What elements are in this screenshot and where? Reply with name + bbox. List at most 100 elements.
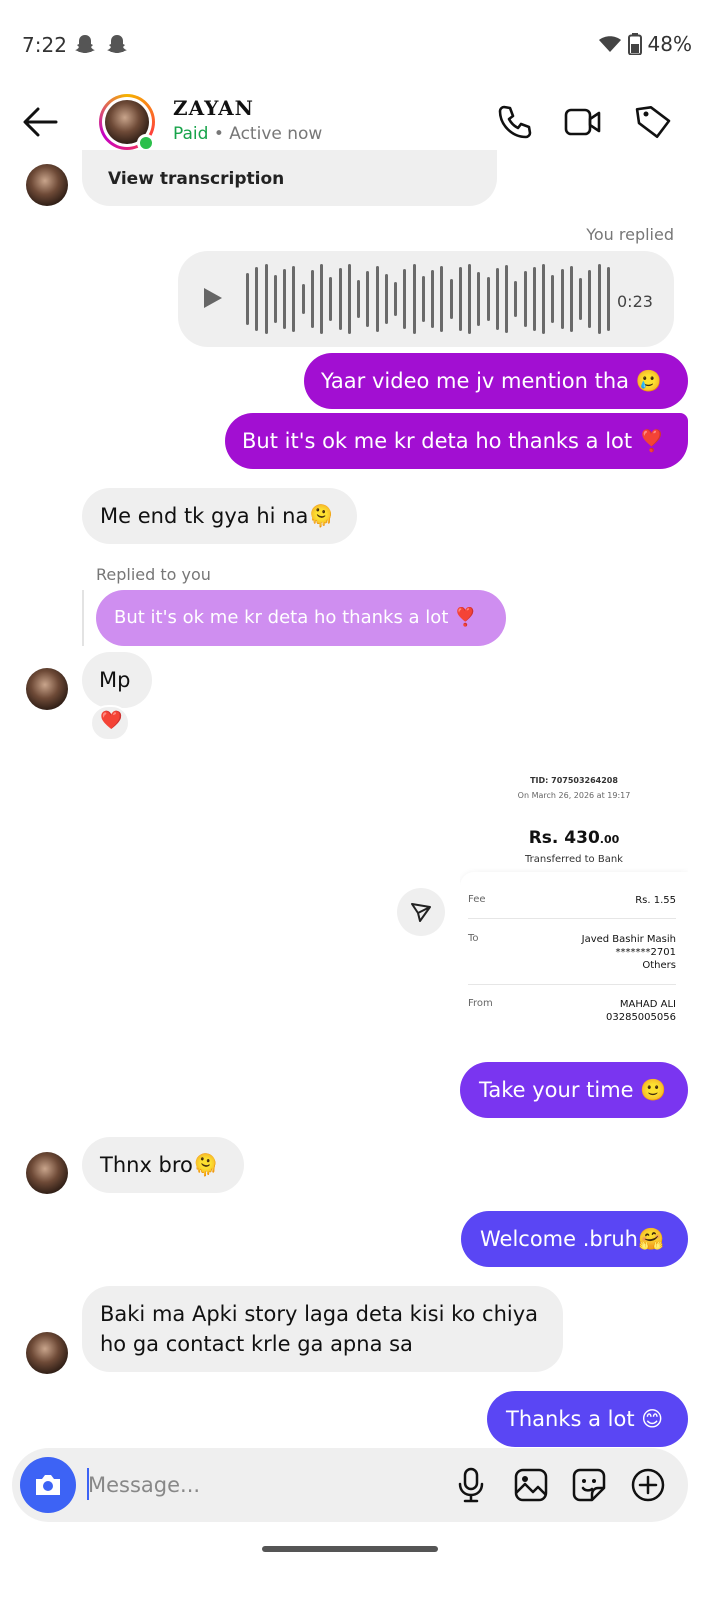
view-transcription-link[interactable]: View transcription xyxy=(108,164,284,194)
waveform-bar xyxy=(514,281,517,317)
receipt-amount: Rs. 430.00 xyxy=(528,828,620,848)
message-text: Baki ma Apki story laga deta kisi ko chi… xyxy=(100,1302,539,1326)
waveform-bar xyxy=(385,274,388,324)
waveform-bar xyxy=(246,273,249,325)
outgoing-message[interactable]: But it's ok me kr deta ho thanks a lot ❣… xyxy=(225,413,688,469)
waveform-bar xyxy=(607,267,610,331)
gesture-home-bar[interactable] xyxy=(262,1546,438,1552)
outgoing-message[interactable]: Yaar video me jv mention tha 🥲 xyxy=(304,353,688,409)
contact-avatar-small[interactable] xyxy=(26,1152,68,1194)
contact-avatar-small[interactable] xyxy=(26,1332,68,1374)
incoming-message[interactable]: Thnx bro🫠 xyxy=(82,1137,244,1193)
message-text: Mp xyxy=(99,668,131,692)
video-camera-icon[interactable] xyxy=(563,102,603,142)
message-text: Take your time 🙂 xyxy=(479,1078,667,1102)
waveform-bar xyxy=(348,264,351,334)
voice-message[interactable]: 0:23 xyxy=(178,251,674,347)
waveform-bar xyxy=(394,282,397,316)
divider xyxy=(468,984,676,985)
arrow-left-icon[interactable] xyxy=(20,102,60,142)
message-text: Yaar video me jv mention tha 🥲 xyxy=(321,369,662,393)
fee-value: Rs. 1.55 xyxy=(635,895,676,906)
quoted-text: But it's ok me kr deta ho thanks a lot ❣… xyxy=(114,607,477,628)
incoming-message[interactable]: Baki ma Apki story laga deta kisi ko chi… xyxy=(82,1286,563,1372)
from-number: 03285005056 xyxy=(606,1012,676,1023)
snapchat-notification-icon xyxy=(107,35,127,53)
waveform-bar xyxy=(551,275,554,323)
from-label: From xyxy=(468,998,493,1009)
receipt-tid: TID: 707503264208 xyxy=(530,776,618,785)
send-icon xyxy=(411,903,431,922)
waveform-bar xyxy=(496,268,499,330)
outgoing-message[interactable]: Take your time 🙂 xyxy=(460,1062,688,1118)
waveform-bar xyxy=(366,271,369,327)
waveform-bar xyxy=(579,278,582,320)
play-icon[interactable] xyxy=(200,286,224,310)
waveform-bar xyxy=(255,267,258,331)
incoming-message[interactable]: Me end tk gya hi na🫠 xyxy=(82,488,357,544)
snapchat-notification-icon xyxy=(75,35,95,53)
fee-label: Fee xyxy=(468,894,486,905)
waveform-bar xyxy=(265,264,268,334)
microphone-icon[interactable] xyxy=(452,1466,490,1504)
contact-avatar-small[interactable] xyxy=(26,164,68,206)
message-text: Welcome .bruh🤗 xyxy=(480,1227,665,1251)
waveform-bar xyxy=(505,265,508,333)
reaction-badge[interactable]: ❤️ xyxy=(90,705,130,741)
payment-receipt-image[interactable]: TID: 707503264208 On March 26, 2026 at 1… xyxy=(460,756,688,1052)
waveform-bar xyxy=(440,266,443,332)
waveform-bar xyxy=(292,266,295,332)
to-name: Javed Bashir Masih xyxy=(581,934,676,945)
outgoing-message[interactable]: Thanks a lot 😊 xyxy=(487,1391,688,1447)
reply-quote-bar xyxy=(82,590,84,646)
contact-name[interactable]: ZAYAN xyxy=(173,96,254,120)
message-composer xyxy=(12,1448,688,1522)
to-account: *******2701 xyxy=(615,947,676,958)
waveform-bar xyxy=(431,270,434,328)
waveform-bar xyxy=(422,276,425,322)
outgoing-message[interactable]: Welcome .bruh🤗 xyxy=(461,1211,688,1267)
sticker-icon[interactable] xyxy=(570,1466,608,1504)
status-right: 48% xyxy=(598,32,692,56)
plus-circle-icon[interactable] xyxy=(629,1466,667,1504)
message-input[interactable] xyxy=(88,1468,418,1502)
waveform-bar xyxy=(339,268,342,330)
wifi-icon xyxy=(598,36,621,52)
paid-label: Paid xyxy=(173,124,209,144)
waveform-bar xyxy=(413,264,416,334)
voice-duration: 0:23 xyxy=(617,292,653,311)
tag-icon[interactable] xyxy=(634,102,674,142)
waveform-bar xyxy=(487,277,490,321)
waveform-bar xyxy=(570,266,573,332)
waveform-bar xyxy=(403,269,406,329)
image-icon[interactable] xyxy=(512,1466,550,1504)
message-text: But it's ok me kr deta ho thanks a lot ❣… xyxy=(242,429,665,453)
waveform-bar xyxy=(533,267,536,331)
to-bank: Others xyxy=(642,960,676,971)
forward-button[interactable] xyxy=(397,888,445,936)
to-label: To xyxy=(468,933,479,944)
camera-button[interactable] xyxy=(20,1457,76,1513)
waveform-bar xyxy=(588,270,591,328)
waveform-bar xyxy=(450,279,453,319)
waveform-bar xyxy=(524,271,527,327)
status-bar: 7:22 48% xyxy=(0,0,714,80)
contact-status: Paid • Active now xyxy=(173,124,322,144)
active-status: • Active now xyxy=(208,124,323,144)
waveform-bar xyxy=(311,270,314,328)
contact-avatar-small[interactable] xyxy=(26,668,68,710)
waveform-bar xyxy=(274,275,277,323)
quoted-reply-bubble[interactable]: But it's ok me kr deta ho thanks a lot ❣… xyxy=(96,590,506,646)
incoming-message[interactable]: Mp xyxy=(82,652,152,708)
status-time: 7:22 xyxy=(22,33,67,57)
battery-icon xyxy=(627,33,642,55)
message-text: Thanks a lot 😊 xyxy=(506,1407,664,1431)
message-text: ho ga contact krle ga apna sa xyxy=(100,1332,413,1356)
waveform-bar xyxy=(357,280,360,318)
phone-icon[interactable] xyxy=(495,102,535,142)
message-text: Thnx bro🫠 xyxy=(100,1153,220,1177)
waveform-bar xyxy=(329,277,332,321)
waveform-bar xyxy=(542,264,545,334)
you-replied-label: You replied xyxy=(586,225,674,244)
voice-waveform[interactable] xyxy=(246,251,616,347)
